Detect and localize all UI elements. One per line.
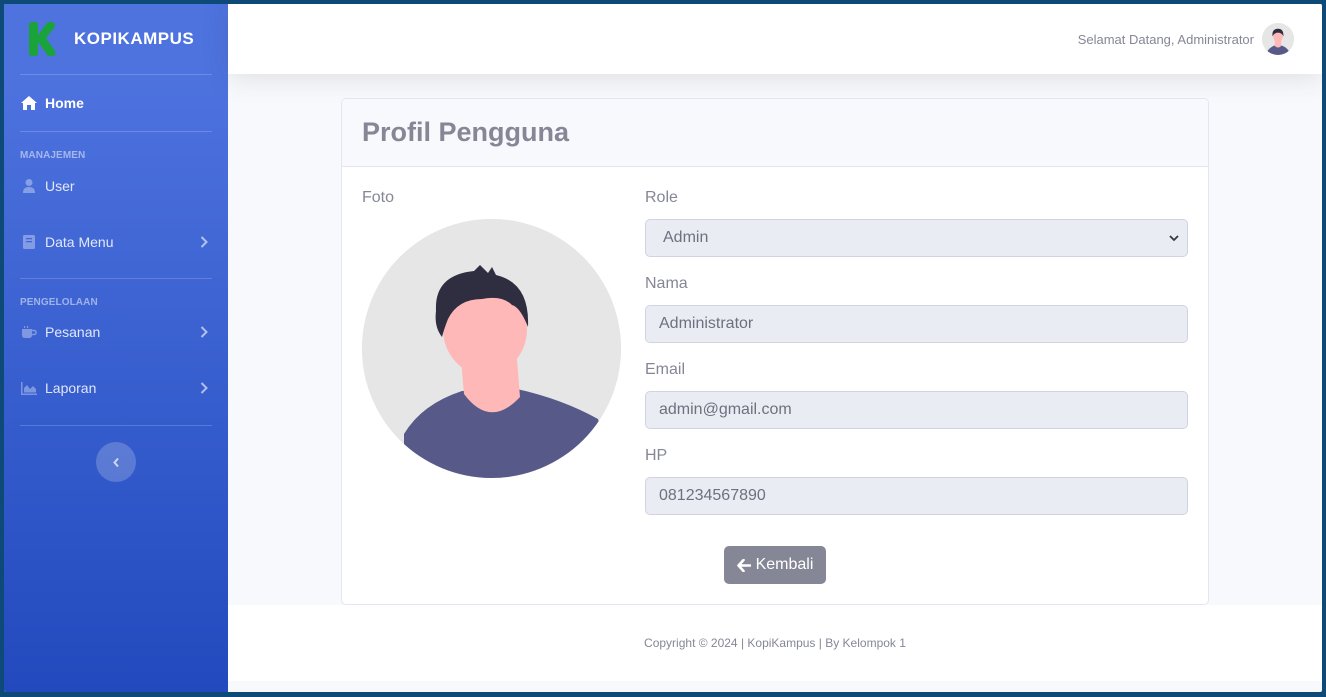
nama-label: Nama xyxy=(645,275,688,292)
sidebar-divider xyxy=(20,425,212,426)
user-avatar[interactable] xyxy=(1262,23,1294,55)
app-frame: KOPIKAMPUS Home MANAJEMEN User Data Menu… xyxy=(4,4,1322,692)
page-title: Profil Pengguna xyxy=(362,117,570,147)
hp-field[interactable]: 081234567890 xyxy=(645,477,1188,515)
sidebar-item-laporan[interactable]: Laporan xyxy=(4,351,228,425)
role-label: Role xyxy=(645,189,678,206)
sidebar-item-label: Home xyxy=(45,95,84,111)
role-select[interactable]: Admin xyxy=(645,219,1188,257)
user-icon xyxy=(21,178,37,194)
sidebar-item-home[interactable]: Home xyxy=(4,75,228,131)
brand-logo-icon xyxy=(29,21,56,57)
chevron-left-icon xyxy=(113,457,119,467)
email-value: admin@gmail.com xyxy=(659,401,792,418)
sidebar-heading: MANAJEMEN xyxy=(20,150,86,161)
book-icon xyxy=(21,234,37,250)
sidebar-item-label: Laporan xyxy=(45,380,97,396)
back-button-label: Kembali xyxy=(755,556,814,573)
card-header: Profil Pengguna xyxy=(342,99,1208,167)
hp-value: 081234567890 xyxy=(659,487,766,504)
chart-area-icon xyxy=(21,380,37,396)
sidebar-toggle-button[interactable] xyxy=(96,442,136,482)
chevron-right-icon xyxy=(200,236,208,248)
profile-card: Profil Pengguna Foto Role Admin Nama Adm… xyxy=(341,98,1209,605)
sidebar-heading: PENGELOLAAN xyxy=(20,297,98,308)
sidebar-item-label: Pesanan xyxy=(45,324,101,340)
sidebar-item-user[interactable]: User xyxy=(4,166,228,206)
chevron-right-icon xyxy=(200,382,208,394)
topbar: Selamat Datang, Administrator xyxy=(228,4,1322,74)
nama-field[interactable]: Administrator xyxy=(645,305,1188,343)
sidebar: KOPIKAMPUS Home MANAJEMEN User Data Menu… xyxy=(4,4,228,692)
home-icon xyxy=(21,95,37,111)
hp-label: HP xyxy=(645,447,668,464)
brand-name: KOPIKAMPUS xyxy=(74,29,195,48)
sidebar-item-data-menu[interactable]: Data Menu xyxy=(4,206,228,278)
chevron-right-icon xyxy=(200,326,208,338)
email-field[interactable]: admin@gmail.com xyxy=(645,391,1188,429)
welcome-text[interactable]: Selamat Datang, Administrator xyxy=(1078,32,1254,47)
sidebar-item-label: Data Menu xyxy=(45,234,114,250)
copyright-text: Copyright © 2024 | KopiKampus | By Kelom… xyxy=(644,636,906,650)
back-button[interactable]: Kembali xyxy=(724,546,826,584)
footer: Copyright © 2024 | KopiKampus | By Kelom… xyxy=(228,605,1322,681)
email-label: Email xyxy=(645,361,686,378)
foto-label: Foto xyxy=(362,189,395,206)
profile-photo xyxy=(362,219,621,478)
arrow-left-icon xyxy=(736,558,751,572)
chevron-down-icon xyxy=(1169,235,1179,242)
sidebar-item-label: User xyxy=(45,178,75,194)
sidebar-brand[interactable]: KOPIKAMPUS xyxy=(4,4,228,74)
nama-value: Administrator xyxy=(659,315,754,332)
coffee-icon xyxy=(21,324,37,340)
sidebar-item-pesanan[interactable]: Pesanan xyxy=(4,313,228,351)
role-select-value: Admin xyxy=(663,229,709,246)
